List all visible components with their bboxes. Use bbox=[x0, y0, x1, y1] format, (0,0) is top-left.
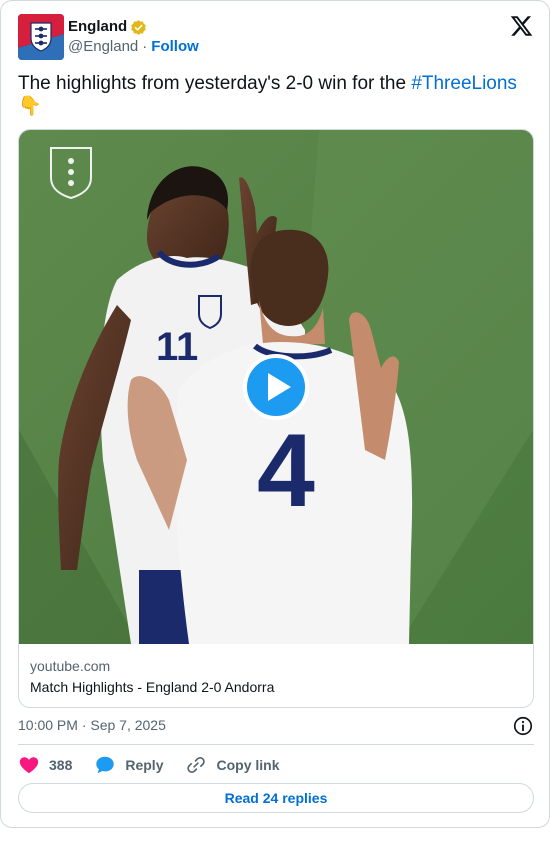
info-icon[interactable] bbox=[512, 715, 534, 737]
reply-button[interactable]: Reply bbox=[94, 754, 163, 776]
heart-icon bbox=[19, 757, 39, 774]
author-name-row: England bbox=[68, 18, 147, 36]
follow-button[interactable]: Follow bbox=[151, 38, 199, 55]
author-display-name[interactable]: England bbox=[68, 18, 127, 36]
play-icon[interactable] bbox=[243, 354, 309, 420]
tweet-meta: 10:00 PM · Sep 7, 2025 bbox=[18, 714, 534, 738]
jersey-number-11: 11 bbox=[156, 325, 198, 369]
x-logo-icon[interactable] bbox=[509, 14, 534, 38]
copy-link-button[interactable]: Copy link bbox=[185, 754, 280, 776]
video-link-card[interactable]: 11 4 youtube.com Match Highlights - Engl… bbox=[18, 129, 534, 708]
reply-label: Reply bbox=[125, 757, 164, 773]
like-count: 388 bbox=[49, 757, 73, 773]
tweet-body: The highlights from yesterday's 2-0 win … bbox=[18, 73, 412, 94]
jersey-number-4: 4 bbox=[257, 413, 315, 529]
tweet-card: England @England · Follow The highlights f… bbox=[0, 0, 550, 828]
divider bbox=[18, 744, 534, 745]
link-info[interactable]: youtube.com Match Highlights - England 2… bbox=[19, 644, 533, 707]
reply-bubble-icon bbox=[96, 756, 115, 774]
tweet-text: The highlights from yesterday's 2-0 win … bbox=[18, 72, 534, 118]
tweet-header: England @England · Follow bbox=[18, 14, 534, 60]
copy-link-label: Copy link bbox=[216, 757, 280, 773]
tweet-timestamp[interactable]: 10:00 PM · Sep 7, 2025 bbox=[18, 717, 166, 734]
england-crest-avatar-icon bbox=[18, 14, 64, 60]
verified-badge-icon bbox=[131, 19, 147, 35]
author-avatar[interactable] bbox=[18, 14, 64, 60]
author-handle-row: @England · Follow bbox=[68, 38, 199, 56]
author-handle[interactable]: @England bbox=[68, 38, 138, 55]
action-bar: 388 Reply Copy link bbox=[18, 751, 302, 779]
like-button[interactable]: 388 bbox=[18, 754, 72, 776]
link-icon bbox=[187, 757, 206, 773]
link-domain: youtube.com bbox=[30, 658, 111, 674]
pointing-down-emoji: 👇 bbox=[18, 96, 42, 117]
hashtag-link[interactable]: #ThreeLions bbox=[411, 73, 517, 94]
read-replies-button[interactable]: Read 24 replies bbox=[18, 783, 534, 813]
separator-dot: · bbox=[142, 38, 148, 55]
link-title: Match Highlights - England 2-0 Andorra bbox=[30, 679, 275, 695]
